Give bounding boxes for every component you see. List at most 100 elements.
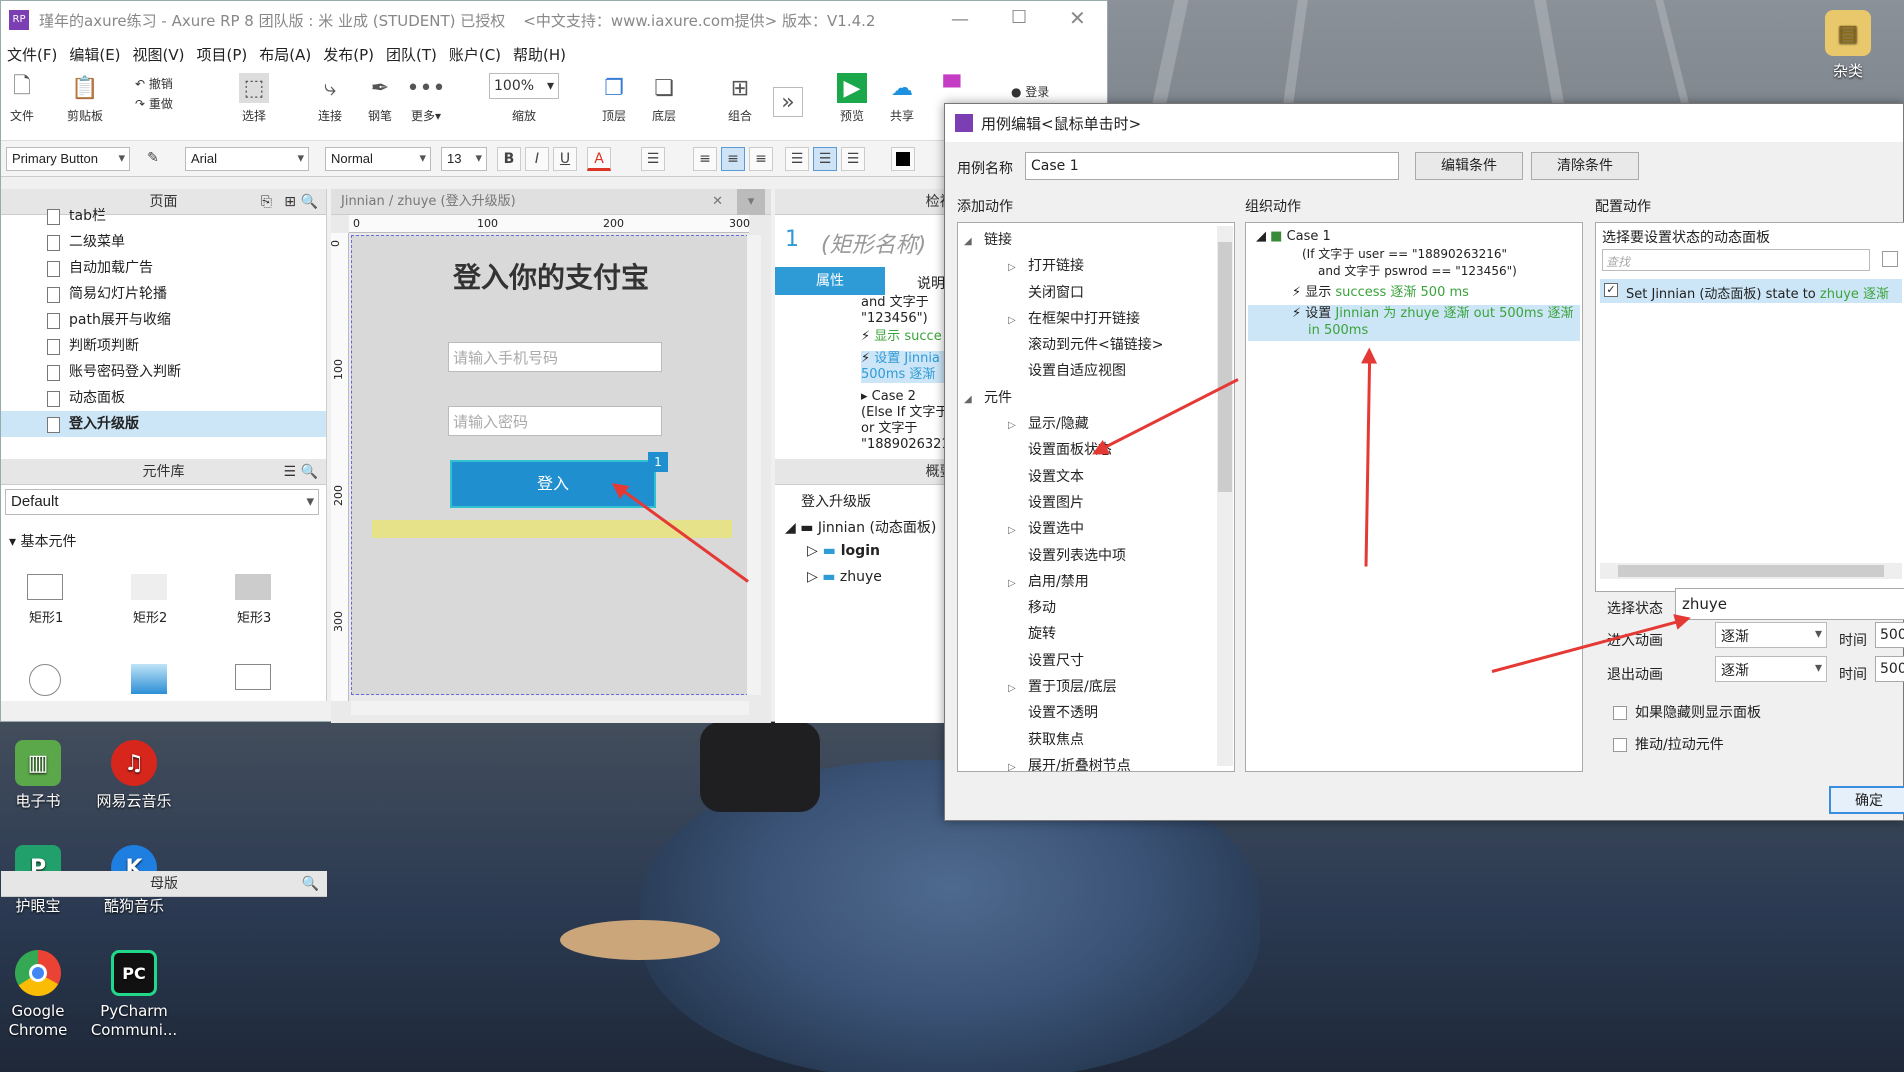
action-item[interactable]: 设置列表选中项: [958, 543, 1234, 569]
search-icon[interactable]: 🔍: [301, 459, 318, 485]
page-item[interactable]: path展开与收缩: [1, 307, 326, 333]
select-tool[interactable]: ⬚ 选择: [219, 73, 289, 124]
desktop-icon-ebook[interactable]: ▥ 电子书: [0, 740, 88, 811]
underline-icon[interactable]: U: [553, 147, 577, 171]
page-item[interactable]: 简易幻灯片轮播: [1, 281, 326, 307]
exit-time-input[interactable]: 500: [1875, 656, 1904, 682]
menu-help[interactable]: 帮助(H): [507, 44, 572, 65]
case-name-input[interactable]: Case 1: [1025, 152, 1399, 180]
expand-icon[interactable]: ◢: [964, 229, 984, 255]
redo-tool[interactable]: ↷ 重做: [135, 95, 173, 112]
action-item[interactable]: 关闭窗口: [958, 280, 1234, 306]
tab-notes[interactable]: 说明: [917, 273, 945, 293]
ok-button[interactable]: 确定: [1829, 786, 1904, 814]
preview-tool[interactable]: ▶ 预览: [837, 73, 867, 124]
action-item[interactable]: ▷ 启用/禁用: [958, 569, 1234, 595]
zoom-select[interactable]: 100% ▾: [489, 73, 559, 99]
maximize-icon[interactable]: ☐: [1011, 7, 1027, 28]
valign-top-icon[interactable]: ☰: [785, 147, 809, 171]
font-color-icon[interactable]: A: [587, 147, 611, 171]
action-item[interactable]: 设置尺寸: [958, 648, 1234, 674]
page-item-selected[interactable]: 登入升级版: [1, 411, 326, 437]
checkbox-checked-icon[interactable]: ✓: [1604, 283, 1618, 297]
action-item[interactable]: 设置文本: [958, 464, 1234, 490]
search-input[interactable]: 查找: [1602, 249, 1870, 271]
action-show-success[interactable]: ⚡ 显示 success 逐渐 500 ms: [1292, 281, 1469, 300]
align-center-icon[interactable]: ≡: [721, 147, 745, 171]
action-item[interactable]: ◢ 元件: [958, 385, 1234, 411]
hide-unnamed-checkbox[interactable]: [1882, 251, 1898, 267]
desktop-icon-folder[interactable]: ▤ 杂类: [1798, 10, 1898, 81]
menu-file[interactable]: 文件(F): [1, 44, 63, 65]
action-item[interactable]: 滚动到元件<锚链接>: [958, 332, 1234, 358]
tab-properties[interactable]: 属性: [775, 267, 885, 295]
expand-icon[interactable]: ▷: [1008, 755, 1028, 781]
outline-state-login[interactable]: ▷ ▬ login: [807, 543, 880, 559]
select-state-dropdown[interactable]: zhuye: [1675, 588, 1904, 620]
ellipse-widget[interactable]: [29, 664, 61, 696]
style-select[interactable]: Primary Button: [6, 147, 130, 171]
desktop-icon-pycharm[interactable]: PC PyCharm Communi...: [84, 950, 184, 1040]
fill-color-icon[interactable]: [891, 147, 915, 171]
action-item[interactable]: ▷ 显示/隐藏: [958, 411, 1234, 437]
share-tool[interactable]: ☁ 共享: [887, 73, 917, 124]
expand-icon[interactable]: ▷: [1008, 571, 1028, 597]
menu-view[interactable]: 视图(V): [127, 44, 191, 65]
canvas-tab[interactable]: Jinnian / zhuye (登入升级版) ✕ ▾: [331, 189, 771, 215]
rectangle3-widget[interactable]: [235, 574, 271, 600]
clear-condition-button[interactable]: 清除条件: [1531, 152, 1639, 180]
action-item[interactable]: 设置图片: [958, 490, 1234, 516]
close-tab-icon[interactable]: ✕: [712, 189, 723, 215]
login-link[interactable]: ● 登录: [1011, 83, 1049, 100]
menu-icon[interactable]: ☰: [283, 459, 296, 485]
action-item[interactable]: 获取焦点: [958, 727, 1234, 753]
dynamic-panel-canvas[interactable]: 登入你的支付宝 请输入手机号码 请输入密码 登入 1: [351, 235, 749, 695]
rectangle2-widget[interactable]: [131, 574, 167, 600]
case-node[interactable]: ◢ ■ Case 1: [1256, 229, 1331, 244]
menu-arrange[interactable]: 布局(A): [253, 44, 317, 65]
outline-state-zhuye[interactable]: ▷ ▬ zhuye: [807, 569, 882, 585]
tab-dropdown-icon[interactable]: ▾: [737, 189, 765, 215]
action-scrollbar[interactable]: [1217, 226, 1233, 766]
align-left-icon[interactable]: ≡: [693, 147, 717, 171]
rectangle1-widget[interactable]: [27, 574, 63, 600]
action-item[interactable]: ◢ 链接: [958, 227, 1234, 253]
font-select[interactable]: Arial: [185, 147, 309, 171]
zoom-tool[interactable]: 100% ▾ 缩放: [489, 73, 559, 124]
expand-icon[interactable]: ▷: [1008, 518, 1028, 544]
phone-input[interactable]: 请输入手机号码: [448, 342, 662, 372]
enter-time-input[interactable]: 500: [1875, 622, 1904, 648]
action-item[interactable]: ▷ 在框架中打开链接: [958, 306, 1234, 332]
pen-tool[interactable]: ✒ 钢笔: [365, 73, 395, 124]
library-select[interactable]: Default: [5, 489, 319, 515]
minimize-icon[interactable]: —: [951, 9, 969, 30]
widget-group[interactable]: ▾ 基本元件: [9, 531, 326, 551]
bold-icon[interactable]: B: [497, 147, 521, 171]
expand-icon[interactable]: ▷: [1008, 255, 1028, 281]
canvas-scrollbar-horizontal[interactable]: [351, 701, 749, 715]
expand-icon[interactable]: ▷: [1008, 676, 1028, 702]
outline-dynamic-panel[interactable]: ◢ ▬ Jinnian (动态面板): [785, 517, 936, 537]
align-right-icon[interactable]: ≡: [749, 147, 773, 171]
expand-icon[interactable]: ◢: [964, 387, 984, 413]
checkbox-icon[interactable]: [1613, 706, 1627, 720]
overflow-chevron[interactable]: »: [773, 87, 803, 121]
menu-account[interactable]: 账户(C): [443, 44, 507, 65]
page-item[interactable]: 动态面板: [1, 385, 326, 411]
close-icon[interactable]: ✕: [1069, 6, 1086, 30]
desktop-icon-chrome[interactable]: Google Chrome: [0, 950, 88, 1040]
password-input[interactable]: 请输入密码: [448, 406, 662, 436]
show-if-hidden-option[interactable]: 如果隐藏则显示面板: [1613, 702, 1761, 722]
bring-front-tool[interactable]: ❐ 顶层: [599, 73, 629, 124]
size-select[interactable]: 13: [441, 147, 487, 171]
menu-edit[interactable]: 编辑(E): [63, 44, 126, 65]
action-item[interactable]: 设置不透明: [958, 700, 1234, 726]
desktop-icon-netease-music[interactable]: ♫ 网易云音乐: [84, 740, 184, 811]
action-item[interactable]: 旋转: [958, 621, 1234, 647]
menu-project[interactable]: 项目(P): [191, 44, 254, 65]
menu-team[interactable]: 团队(T): [380, 44, 443, 65]
search-icon[interactable]: 🔍: [302, 871, 319, 897]
horizontal-scrollbar[interactable]: [1600, 563, 1902, 579]
connect-tool[interactable]: ⤷ 连接: [315, 73, 345, 124]
expand-icon[interactable]: ▷: [1008, 308, 1028, 334]
